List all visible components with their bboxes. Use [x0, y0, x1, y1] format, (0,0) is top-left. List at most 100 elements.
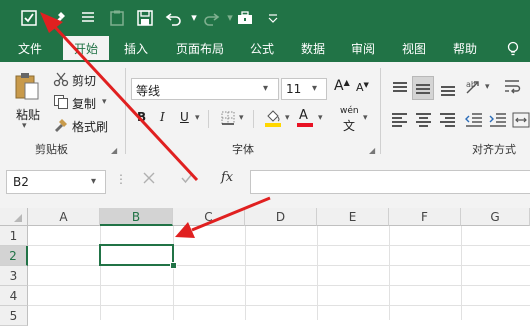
tab-insert[interactable]: 插入 — [114, 36, 158, 62]
tab-formulas[interactable]: 公式 — [241, 36, 283, 62]
formula-bar-area: B2 ▾ ⋮ fx — [0, 158, 530, 209]
customize-toolbar-icon[interactable] — [262, 7, 284, 29]
underline-dropdown-arrow[interactable]: ▾ — [195, 113, 200, 123]
lightbulb-icon[interactable] — [500, 36, 526, 62]
save-icon[interactable] — [134, 7, 156, 29]
clipboard-group-label: 剪贴板 — [35, 143, 68, 156]
phonetic-bottom-text: 文 — [343, 119, 356, 133]
copy-button[interactable]: 复制 — [72, 95, 96, 112]
border-dropdown-arrow[interactable]: ▾ — [239, 113, 244, 123]
row-header-1[interactable]: 1 — [0, 226, 28, 246]
font-color-icon[interactable]: A — [296, 108, 314, 128]
phonetic-dropdown-arrow[interactable]: ▾ — [363, 113, 368, 123]
clipboard-launcher-icon[interactable]: ◢ — [111, 146, 117, 155]
column-header-c[interactable]: C — [173, 208, 245, 226]
chevron-down-icon[interactable]: ▾ — [312, 83, 317, 94]
phonetic-top-text: wén — [340, 106, 359, 116]
fill-color-dropdown-arrow[interactable]: ▾ — [285, 113, 290, 123]
bottom-align-icon[interactable] — [438, 78, 458, 98]
shrink-font-glyph: A — [356, 81, 364, 94]
font-name-value: 等线 — [136, 84, 161, 98]
column-header-b[interactable]: B — [100, 208, 173, 226]
ribbon-tabs: 文件 开始 插入 页面布局 公式 数据 审阅 视图 帮助 — [0, 36, 530, 62]
copy-icon[interactable] — [53, 94, 69, 113]
font-launcher-icon[interactable]: ◢ — [369, 146, 375, 155]
fill-color-icon[interactable] — [264, 108, 282, 131]
middle-align-icon[interactable] — [412, 76, 434, 100]
tab-help[interactable]: 帮助 — [444, 36, 486, 62]
cut-button[interactable]: 剪切 — [72, 72, 96, 89]
orientation-icon[interactable]: ab — [464, 77, 484, 100]
divider — [208, 110, 209, 128]
shrink-font-icon[interactable]: A▼ — [356, 81, 369, 94]
font-group-label: 字体 — [232, 143, 254, 156]
align-center-icon[interactable] — [414, 110, 434, 130]
worksheet-grid[interactable]: A B C D E F G 1 2 3 4 5 — [0, 208, 530, 326]
font-size-select[interactable]: 11 ▾ — [281, 78, 327, 100]
align-left-icon[interactable] — [390, 110, 410, 130]
copy-dropdown-arrow[interactable]: ▾ — [102, 97, 107, 107]
format-painter-icon[interactable] — [48, 7, 70, 29]
column-header-f[interactable]: F — [389, 208, 461, 226]
clipboard-icon[interactable] — [106, 7, 128, 29]
group-separator — [380, 68, 381, 154]
name-box[interactable]: B2 ▾ — [6, 170, 106, 194]
alignment-group-label: 对齐方式 — [472, 143, 516, 156]
underline-button[interactable]: U — [180, 110, 189, 124]
paste-icon[interactable] — [14, 72, 40, 102]
list-icon[interactable] — [77, 7, 99, 29]
name-box-value: B2 — [13, 175, 29, 189]
column-header-a[interactable]: A — [28, 208, 100, 226]
bold-button[interactable]: B — [137, 110, 146, 124]
row-header-5[interactable]: 5 — [0, 306, 28, 326]
italic-button[interactable]: I — [160, 110, 165, 124]
checkbox-icon[interactable] — [18, 7, 40, 29]
format-painter-icon-ribbon[interactable] — [53, 117, 69, 136]
merge-center-icon[interactable] — [512, 110, 530, 133]
formula-input[interactable] — [250, 170, 530, 194]
ribbon-home: 粘贴 ▾ 剪切 复制 ▾ 格式刷 剪贴板 ◢ 等线 ▾ 11 ▾ A▲ A▼ B… — [0, 62, 530, 159]
grow-font-icon[interactable]: A▲ — [334, 78, 350, 94]
scissors-icon[interactable] — [53, 71, 69, 90]
group-separator — [125, 68, 126, 154]
decrease-indent-icon[interactable] — [464, 110, 484, 133]
tab-view[interactable]: 视图 — [393, 36, 435, 62]
svg-text:ab: ab — [466, 80, 476, 89]
border-icon[interactable] — [221, 111, 235, 128]
font-name-select[interactable]: 等线 ▾ — [131, 78, 279, 100]
tab-home[interactable]: 开始 — [63, 36, 109, 62]
tab-review[interactable]: 审阅 — [342, 36, 384, 62]
row-header-3[interactable]: 3 — [0, 266, 28, 286]
font-color-dropdown-arrow[interactable]: ▾ — [318, 113, 323, 123]
column-header-g[interactable]: G — [461, 208, 530, 226]
align-right-icon[interactable] — [438, 110, 458, 130]
chevron-down-icon[interactable]: ▾ — [91, 176, 96, 187]
selected-cell-b2[interactable] — [99, 244, 174, 266]
grid-line — [28, 305, 530, 306]
paste-label[interactable]: 粘贴 — [16, 106, 40, 123]
insert-function-button[interactable]: fx — [221, 170, 233, 185]
increase-indent-icon[interactable] — [488, 110, 508, 133]
column-header-d[interactable]: D — [245, 208, 317, 226]
orientation-dropdown-arrow[interactable]: ▾ — [485, 82, 490, 92]
wrap-text-icon[interactable] — [503, 77, 523, 100]
chevron-down-icon[interactable]: ▾ — [263, 83, 268, 94]
fill-color-swatch — [265, 123, 281, 127]
tab-file[interactable]: 文件 — [10, 36, 50, 62]
toolbox-icon[interactable] — [234, 7, 256, 29]
format-painter-button[interactable]: 格式刷 — [72, 118, 108, 135]
cancel-icon[interactable] — [142, 171, 156, 188]
phonetic-guide-icon[interactable]: wén 文 — [336, 106, 366, 133]
enter-icon[interactable] — [180, 171, 194, 188]
row-header-4[interactable]: 4 — [0, 286, 28, 306]
tab-page-layout[interactable]: 页面布局 — [167, 36, 233, 62]
column-header-e[interactable]: E — [317, 208, 389, 226]
undo-icon[interactable] — [163, 7, 185, 29]
select-all-corner[interactable] — [0, 208, 28, 226]
paste-dropdown-arrow[interactable]: ▾ — [22, 121, 27, 131]
tab-data[interactable]: 数据 — [292, 36, 334, 62]
top-align-icon[interactable] — [390, 78, 410, 98]
row-header-2[interactable]: 2 — [0, 246, 28, 266]
fill-handle[interactable] — [170, 262, 177, 269]
formula-bar-grip-icon[interactable]: ⋮ — [115, 172, 127, 186]
